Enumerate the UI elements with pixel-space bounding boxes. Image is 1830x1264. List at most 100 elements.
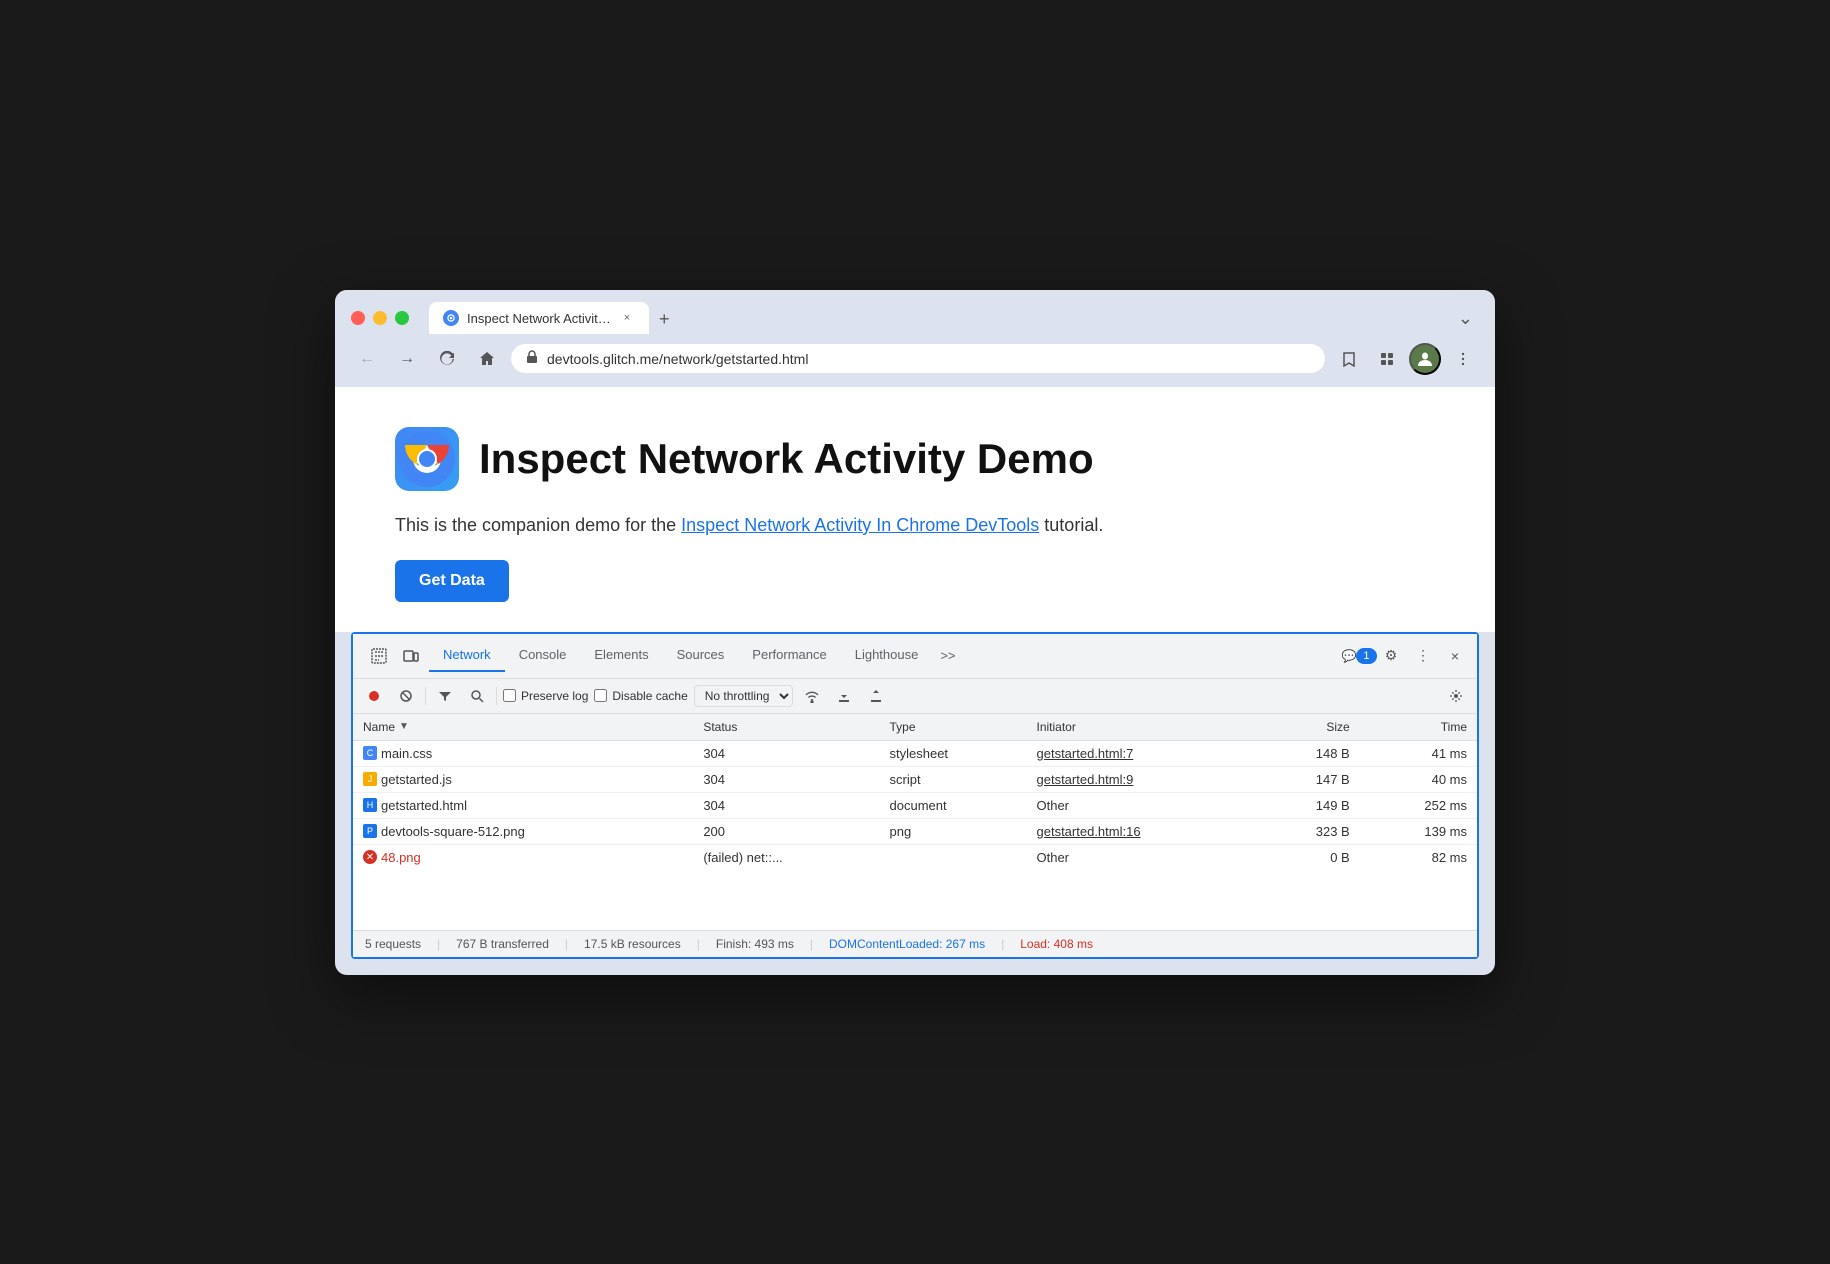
network-table-body: Cmain.css 304stylesheetgetstarted.html:71… <box>353 740 1477 870</box>
table-header-row: Name ▼ Status Type Initiator Size Time <box>353 714 1477 741</box>
cell-initiator[interactable]: getstarted.html:7 <box>1027 740 1259 766</box>
inspect-element-icon[interactable] <box>365 642 393 670</box>
col-initiator: Initiator <box>1027 714 1259 741</box>
devtools-settings-button[interactable]: ⚙ <box>1377 642 1405 670</box>
devtools-close-button[interactable]: × <box>1441 642 1469 670</box>
devtools-right-actions: 💬 1 ⚙ ⋮ × <box>1345 642 1469 670</box>
reload-button[interactable] <box>431 343 463 375</box>
cell-type: script <box>880 766 1027 792</box>
status-bar: 5 requests | 767 B transferred | 17.5 kB… <box>353 930 1477 957</box>
maximize-traffic-light[interactable] <box>395 311 409 325</box>
requests-count: 5 requests <box>365 937 421 951</box>
sep4: | <box>810 937 813 951</box>
wifi-icon[interactable] <box>799 683 825 709</box>
name-filter-arrow[interactable]: ▼ <box>399 721 409 732</box>
tabs-area: Inspect Network Activity Dem × + <box>429 302 1440 334</box>
tab-network[interactable]: Network <box>429 639 505 672</box>
tab-title: Inspect Network Activity Dem <box>467 311 611 326</box>
file-icon-err: ✕ <box>363 850 377 864</box>
table-row[interactable]: Cmain.css 304stylesheetgetstarted.html:71… <box>353 740 1477 766</box>
cell-name: Cmain.css <box>353 740 693 766</box>
name-col: ✕ 48.png <box>363 850 683 865</box>
file-name[interactable]: main.css <box>381 746 432 761</box>
table-row[interactable]: Pdevtools-square-512.png 200pnggetstarted… <box>353 818 1477 844</box>
file-name[interactable]: getstarted.html <box>381 798 467 813</box>
subtitle-suffix: tutorial. <box>1039 515 1103 535</box>
preserve-log-checkbox-label[interactable]: Preserve log <box>503 689 588 703</box>
network-settings-button[interactable] <box>1443 683 1469 709</box>
tab-performance[interactable]: Performance <box>738 639 840 672</box>
back-button[interactable]: ← <box>351 343 383 375</box>
import-button[interactable] <box>831 683 857 709</box>
devtools-more-button[interactable]: ⋮ <box>1409 642 1437 670</box>
cell-name: Jgetstarted.js <box>353 766 693 792</box>
export-button[interactable] <box>863 683 889 709</box>
network-table: Name ▼ Status Type Initiator Size Time C… <box>353 714 1477 870</box>
file-name[interactable]: getstarted.js <box>381 772 452 787</box>
title-bar: Inspect Network Activity Dem × + ⌄ <box>335 290 1495 335</box>
cell-type: png <box>880 818 1027 844</box>
search-button[interactable] <box>464 683 490 709</box>
cell-size: 148 B <box>1259 740 1360 766</box>
url-text: devtools.glitch.me/network/getstarted.ht… <box>547 351 1311 367</box>
tab-more-button[interactable]: >> <box>932 640 963 671</box>
tab-sources[interactable]: Sources <box>663 639 739 672</box>
tab-dropdown-button[interactable]: ⌄ <box>1452 302 1479 335</box>
cell-time: 41 ms <box>1360 740 1477 766</box>
cell-initiator[interactable]: getstarted.html:16 <box>1027 818 1259 844</box>
home-button[interactable] <box>471 343 503 375</box>
url-bar[interactable]: devtools.glitch.me/network/getstarted.ht… <box>511 344 1325 373</box>
sep1: | <box>437 937 440 951</box>
url-security-icon <box>525 350 539 367</box>
file-name[interactable]: devtools-square-512.png <box>381 824 525 839</box>
chrome-logo <box>395 427 459 491</box>
table-row[interactable]: ✕48.png(failed) net::...Other0 B82 ms <box>353 844 1477 870</box>
device-toolbar-icon[interactable] <box>397 642 425 670</box>
cell-status: 200 <box>693 818 879 844</box>
dom-content-loaded: DOMContentLoaded: 267 ms <box>829 937 985 951</box>
sep5: | <box>1001 937 1004 951</box>
transferred-size: 767 B transferred <box>456 937 549 951</box>
extension-button[interactable] <box>1371 343 1403 375</box>
subtitle-link[interactable]: Inspect Network Activity In Chrome DevTo… <box>681 515 1039 535</box>
file-name[interactable]: 48.png <box>381 850 421 865</box>
name-col: Cmain.css <box>363 746 683 761</box>
table-row[interactable]: Jgetstarted.js304scriptgetstarted.html:9… <box>353 766 1477 792</box>
cell-type: stylesheet <box>880 740 1027 766</box>
preserve-log-checkbox[interactable] <box>503 689 516 702</box>
name-col: Pdevtools-square-512.png <box>363 824 683 839</box>
tab-elements[interactable]: Elements <box>580 639 662 672</box>
cell-initiator[interactable]: getstarted.html:9 <box>1027 766 1259 792</box>
name-col: Hgetstarted.html <box>363 798 683 813</box>
menu-button[interactable] <box>1447 343 1479 375</box>
separator-2 <box>496 687 497 705</box>
cell-status: 304 <box>693 766 879 792</box>
clear-button[interactable] <box>393 683 419 709</box>
new-tab-button[interactable]: + <box>649 304 680 334</box>
tab-lighthouse[interactable]: Lighthouse <box>841 639 933 672</box>
bookmark-button[interactable] <box>1333 343 1365 375</box>
cell-status: 304 <box>693 740 879 766</box>
filter-button[interactable] <box>432 683 458 709</box>
tab-console[interactable]: Console <box>505 639 581 672</box>
messages-badge: 1 <box>1356 648 1376 664</box>
disable-cache-checkbox[interactable] <box>594 689 607 702</box>
cell-name: Pdevtools-square-512.png <box>353 818 693 844</box>
cell-time: 82 ms <box>1360 844 1477 870</box>
active-tab[interactable]: Inspect Network Activity Dem × <box>429 302 649 334</box>
disable-cache-checkbox-label[interactable]: Disable cache <box>594 689 687 703</box>
cell-time: 40 ms <box>1360 766 1477 792</box>
table-row[interactable]: Hgetstarted.html304documentOther149 B252… <box>353 792 1477 818</box>
forward-button[interactable]: → <box>391 343 423 375</box>
minimize-traffic-light[interactable] <box>373 311 387 325</box>
page-title: Inspect Network Activity Demo <box>479 435 1094 483</box>
get-data-button[interactable]: Get Data <box>395 560 509 602</box>
record-stop-button[interactable] <box>361 683 387 709</box>
devtools-messages-button[interactable]: 💬 1 <box>1345 642 1373 670</box>
cell-initiator: Other <box>1027 792 1259 818</box>
table-empty-space <box>353 870 1477 930</box>
close-traffic-light[interactable] <box>351 311 365 325</box>
profile-button[interactable] <box>1409 343 1441 375</box>
tab-close-button[interactable]: × <box>619 310 635 326</box>
throttle-select[interactable]: No throttling <box>694 685 793 707</box>
